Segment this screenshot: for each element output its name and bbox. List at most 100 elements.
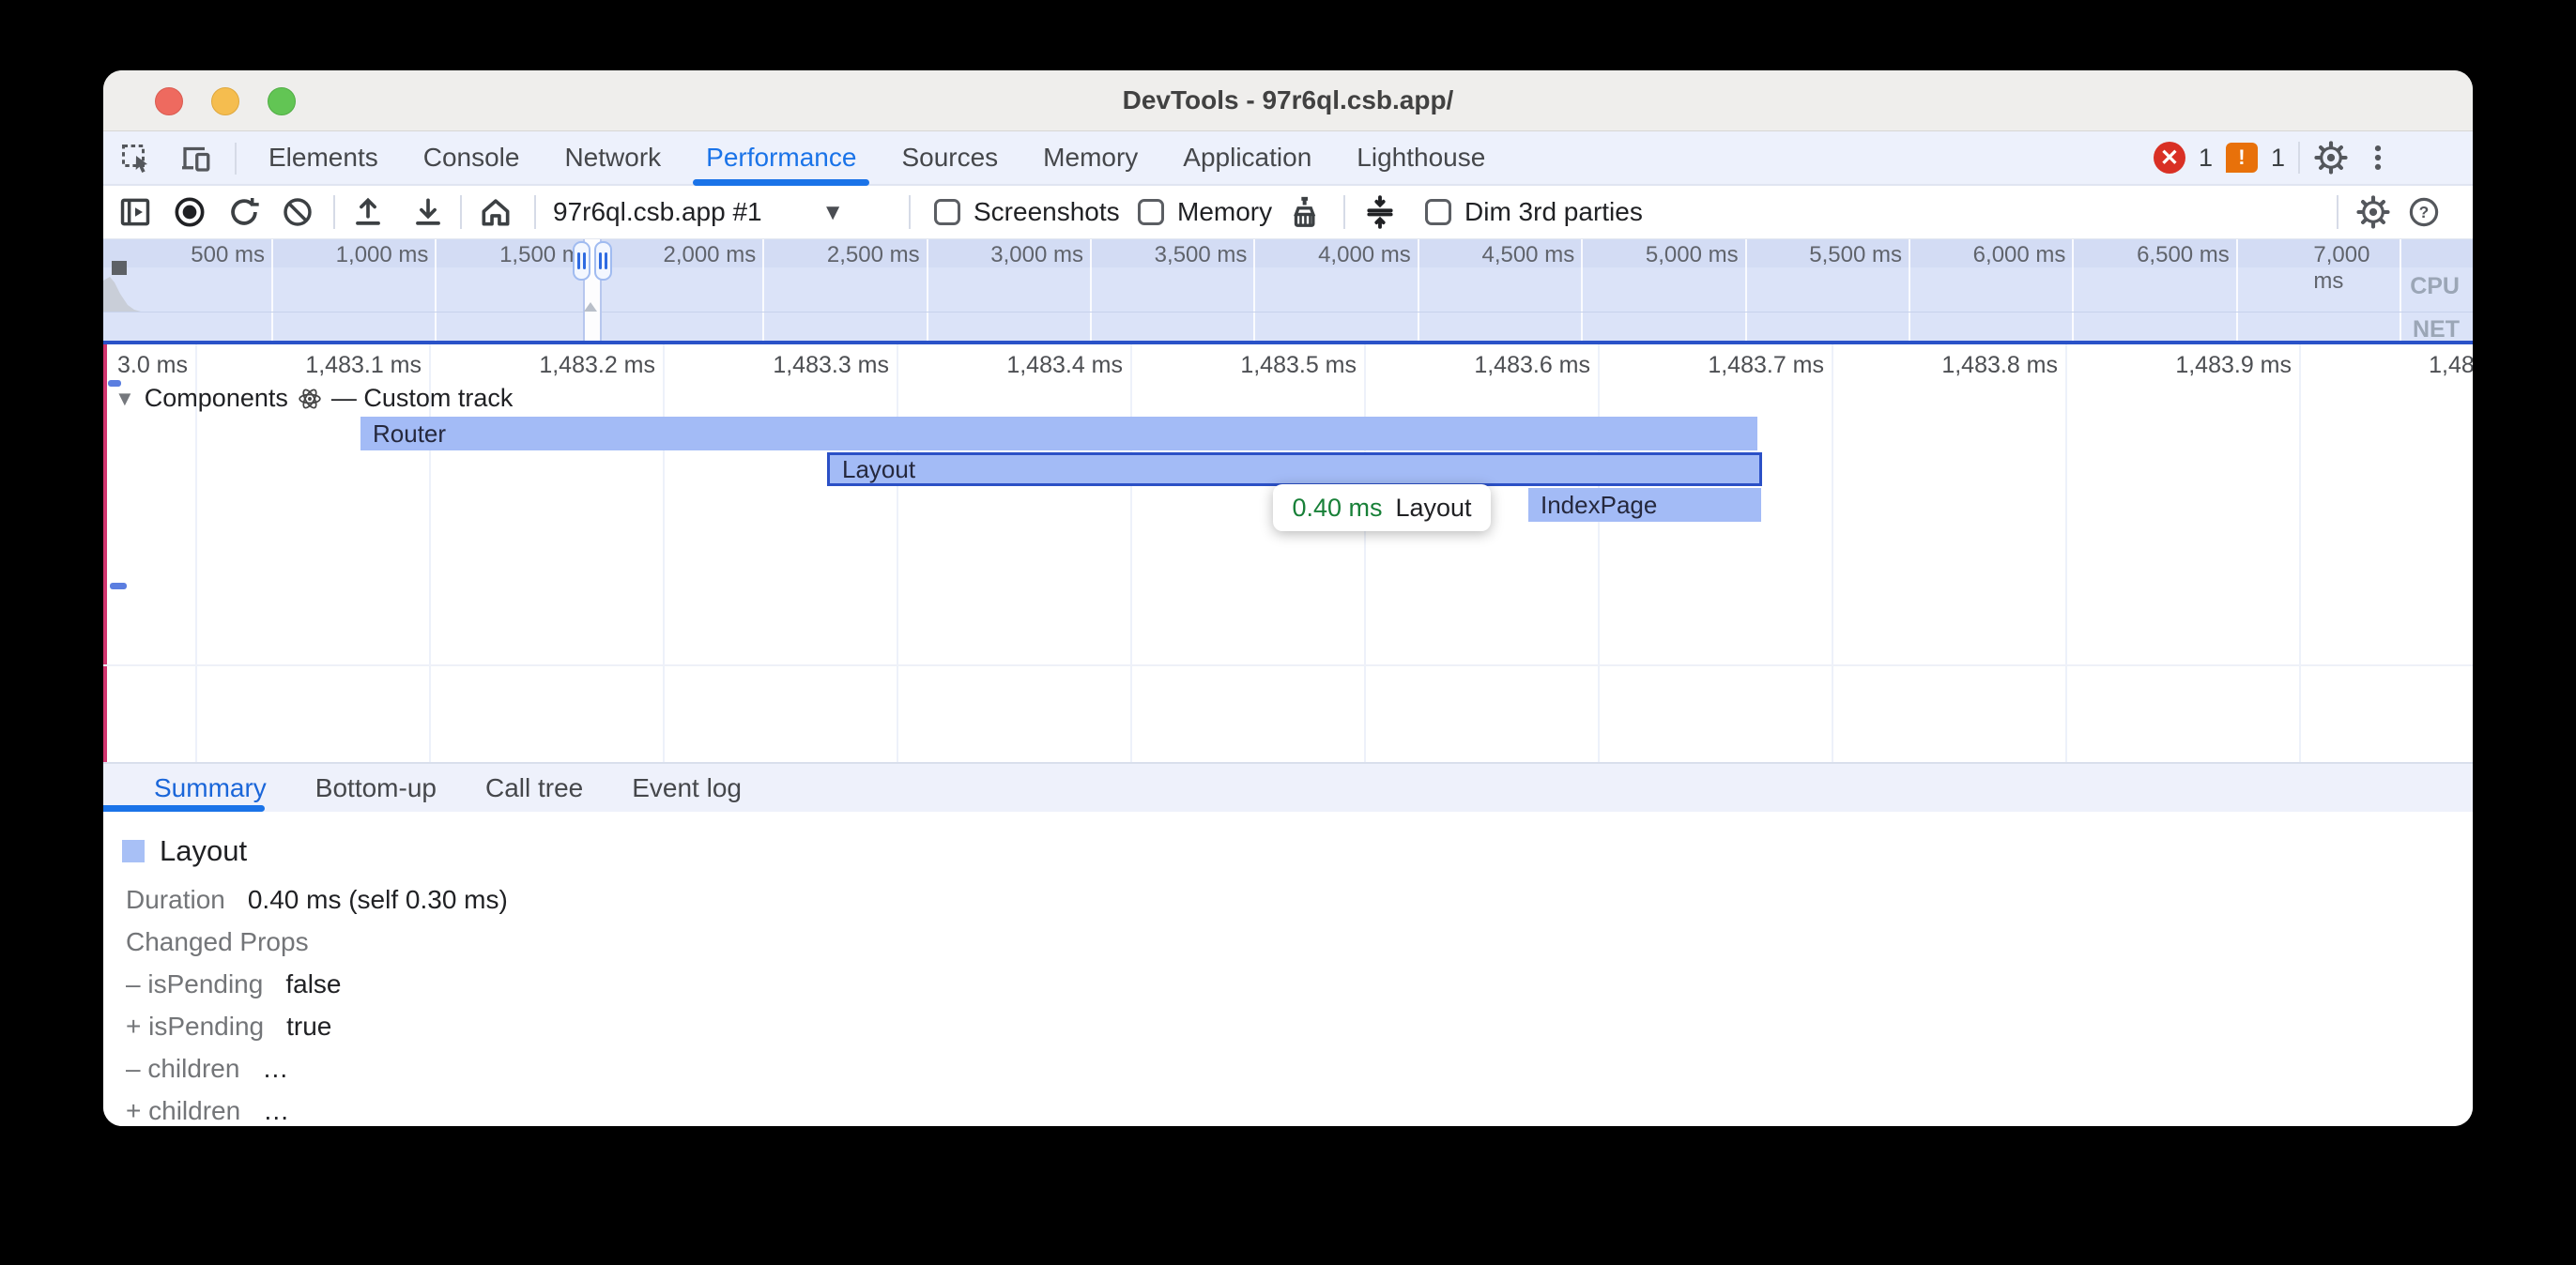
history-select[interactable]: 97r6ql.csb.app #1 ▼ xyxy=(553,197,844,229)
tab-elements[interactable]: Elements xyxy=(246,131,401,184)
summary-row: + isPending true xyxy=(126,1012,331,1042)
selection-right-handle[interactable] xyxy=(594,241,612,281)
flame-chart[interactable]: 3.0 ms1,483.1 ms1,483.2 ms1,483.3 ms1,48… xyxy=(103,344,2473,762)
ruler-tick-label: 1,483.4 ms xyxy=(1006,352,1123,379)
overview-gridline xyxy=(1745,239,1747,341)
summary-row-value: false xyxy=(285,969,341,999)
ruler-gridline xyxy=(1130,344,1132,762)
tab-call-tree[interactable]: Call tree xyxy=(461,764,607,812)
overview-tick-label: 7,000 ms xyxy=(2313,242,2393,295)
track-name: Components xyxy=(145,384,288,413)
devtools-window: DevTools - 97r6ql.csb.app/ ElementsConso… xyxy=(103,70,2473,1126)
compress-arrows-icon[interactable] xyxy=(1361,193,1399,231)
ruler-tick-label: 1,483.7 ms xyxy=(1708,352,1824,379)
tab-application[interactable]: Application xyxy=(1160,131,1334,184)
tab-console[interactable]: Console xyxy=(401,131,543,184)
download-profile-icon[interactable] xyxy=(409,193,447,231)
ruler-gridline xyxy=(2065,344,2067,762)
summary-row-label: – isPending xyxy=(126,969,263,999)
flame-bar-router[interactable]: Router xyxy=(360,417,1757,450)
event-color-swatch xyxy=(122,840,145,862)
cpu-activity-sparkline xyxy=(103,277,141,312)
overview-label-strip xyxy=(103,239,2473,267)
record-icon[interactable] xyxy=(171,193,208,231)
toolbar-divider xyxy=(2337,195,2338,229)
overview-gridline xyxy=(2236,239,2238,341)
toggle-panel-icon[interactable] xyxy=(116,193,154,231)
details-tabs: SummaryBottom-upCall treeEvent log xyxy=(103,764,2473,812)
settings-gear-icon[interactable] xyxy=(2313,140,2349,175)
tab-lighthouse[interactable]: Lighthouse xyxy=(1334,131,1508,184)
capture-settings-gear-icon[interactable] xyxy=(2354,193,2392,231)
ruler-tick-label: 1,483.3 ms xyxy=(773,352,889,379)
clear-icon[interactable] xyxy=(279,193,316,231)
tab-event-log[interactable]: Event log xyxy=(607,764,766,812)
help-icon[interactable]: ? xyxy=(2405,193,2443,231)
devtools-tabbar: ElementsConsoleNetworkPerformanceSources… xyxy=(103,131,2473,186)
summary-row-label: – children xyxy=(126,1054,239,1084)
tooltip-label: Layout xyxy=(1395,494,1471,523)
warning-count: 1 xyxy=(2271,144,2285,173)
upload-profile-icon[interactable] xyxy=(349,193,387,231)
memory-label: Memory xyxy=(1177,197,1272,227)
flame-bar-layout[interactable]: Layout xyxy=(827,452,1762,486)
dim-3rd-parties-checkbox[interactable] xyxy=(1425,199,1451,225)
summary-row-value: true xyxy=(286,1012,331,1042)
ruler-gridline xyxy=(663,344,665,762)
screenshots-checkbox[interactable] xyxy=(934,199,960,225)
summary-title: Layout xyxy=(160,834,247,868)
overview-tick-label: 500 ms xyxy=(191,242,265,268)
selection-left-handle[interactable] xyxy=(573,241,590,281)
summary-row: Duration0.40 ms (self 0.30 ms) xyxy=(126,885,508,915)
overview-gridline xyxy=(762,239,764,341)
ruler-tick-label: 3.0 ms xyxy=(117,352,188,379)
error-count-icon[interactable]: ✕ xyxy=(2154,142,2185,174)
ruler-gridline xyxy=(897,344,898,762)
device-toolbar-icon[interactable] xyxy=(178,141,214,176)
tab-network[interactable]: Network xyxy=(542,131,683,184)
collect-garbage-icon[interactable] xyxy=(1284,193,1322,231)
reload-record-icon[interactable] xyxy=(225,193,263,231)
toolbar-divider xyxy=(460,195,462,229)
toolbar-divider xyxy=(909,195,911,229)
summary-row-value: … xyxy=(263,1096,289,1126)
net-lane-label: NET xyxy=(2413,316,2460,343)
cpu-lane-label: CPU xyxy=(2410,273,2460,300)
track-separator-line xyxy=(103,664,2473,666)
summary-row: – isPending false xyxy=(126,969,342,999)
summary-row-label: Changed Props xyxy=(126,927,309,957)
memory-checkbox[interactable] xyxy=(1138,199,1164,225)
overview-tick-label: 5,500 ms xyxy=(1809,242,1902,268)
tooltip-duration: 0.40 ms xyxy=(1292,494,1382,523)
error-count: 1 xyxy=(2199,144,2213,173)
chevron-down-icon: ▼ xyxy=(821,197,844,229)
tab-performance[interactable]: Performance xyxy=(683,131,879,184)
tab-memory[interactable]: Memory xyxy=(1020,131,1160,184)
overview-gridline xyxy=(1090,239,1092,341)
overview-gridline xyxy=(271,239,273,341)
summary-row-value: … xyxy=(262,1054,288,1084)
home-icon[interactable] xyxy=(477,193,514,231)
overview-tick-label: 1,000 ms xyxy=(336,242,429,268)
overview-tick-label: 6,500 ms xyxy=(2137,242,2230,268)
overview-tick-label: 5,000 ms xyxy=(1646,242,1739,268)
custom-track-header[interactable]: ▼ Components — Custom track xyxy=(115,384,513,413)
collapse-triangle-icon[interactable]: ▼ xyxy=(115,387,135,411)
tab-sources[interactable]: Sources xyxy=(879,131,1020,184)
timeline-overview[interactable]: 500 ms1,000 ms1,500 ms2,000 ms2,500 ms3,… xyxy=(103,239,2473,341)
screenshots-label: Screenshots xyxy=(974,197,1120,227)
tab-bottom-up[interactable]: Bottom-up xyxy=(291,764,461,812)
overview-tick-label: 3,000 ms xyxy=(990,242,1083,268)
details-tabbar: SummaryBottom-upCall treeEvent log xyxy=(103,762,2473,812)
toolbar-divider xyxy=(333,195,335,229)
flame-bar-indexpage[interactable]: IndexPage xyxy=(1528,488,1761,522)
overview-gridline xyxy=(1909,239,1910,341)
overview-gridline xyxy=(1253,239,1255,341)
overview-tick-label: 3,500 ms xyxy=(1155,242,1248,268)
summary-row: – children … xyxy=(126,1054,288,1084)
more-options-kebab-icon[interactable] xyxy=(2362,142,2394,174)
summary-row-label: + isPending xyxy=(126,1012,264,1042)
inspect-element-icon[interactable] xyxy=(118,141,154,176)
ruler-tick-label: 1,483.9 ms xyxy=(2175,352,2292,379)
warning-count-icon[interactable]: ! xyxy=(2226,143,2258,173)
